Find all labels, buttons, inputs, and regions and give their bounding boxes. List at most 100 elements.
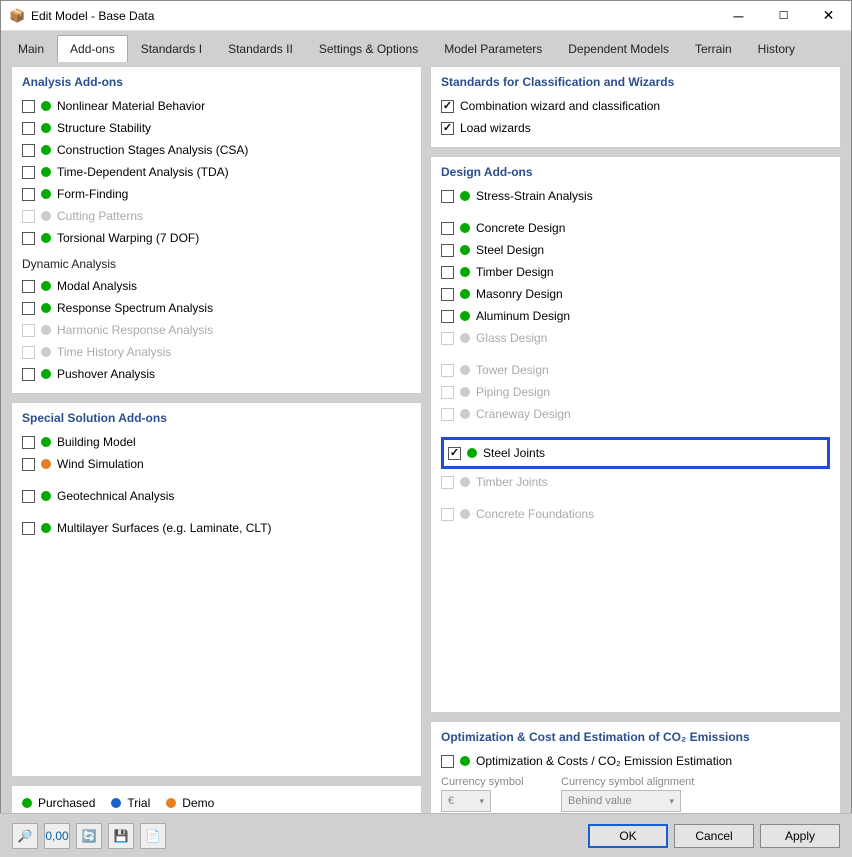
option-stress-strain-analysis[interactable]: Stress-Strain Analysis bbox=[441, 185, 830, 207]
option-optimization-costs-co-emission-estimation[interactable]: Optimization & Costs / CO₂ Emission Esti… bbox=[441, 750, 830, 772]
window-title: Edit Model - Base Data bbox=[31, 9, 716, 23]
option-response-spectrum-analysis[interactable]: Response Spectrum Analysis bbox=[22, 297, 411, 319]
checkbox[interactable] bbox=[441, 288, 454, 301]
checkbox[interactable] bbox=[22, 166, 35, 179]
status-dot bbox=[460, 289, 470, 299]
option-label: Steel Joints bbox=[483, 446, 545, 460]
checkbox[interactable] bbox=[22, 122, 35, 135]
currency-select[interactable]: €▾ bbox=[441, 790, 491, 812]
tab-dependent-models[interactable]: Dependent Models bbox=[555, 35, 682, 62]
checkbox[interactable] bbox=[22, 436, 35, 449]
checkbox[interactable] bbox=[441, 310, 454, 323]
status-dot bbox=[460, 756, 470, 766]
option-construction-stages-analysis-csa-[interactable]: Construction Stages Analysis (CSA) bbox=[22, 139, 411, 161]
checkbox[interactable] bbox=[22, 280, 35, 293]
status-dot bbox=[460, 365, 470, 375]
option-time-dependent-analysis-tda-[interactable]: Time-Dependent Analysis (TDA) bbox=[22, 161, 411, 183]
checkbox[interactable] bbox=[22, 490, 35, 503]
legend-dot-purchased bbox=[22, 798, 32, 808]
status-dot bbox=[467, 448, 477, 458]
tab-terrain[interactable]: Terrain bbox=[682, 35, 745, 62]
status-dot bbox=[460, 333, 470, 343]
panel-title: Standards for Classification and Wizards bbox=[441, 75, 830, 89]
option-form-finding[interactable]: Form-Finding bbox=[22, 183, 411, 205]
option-label: Timber Design bbox=[476, 265, 554, 279]
status-dot bbox=[41, 145, 51, 155]
checkbox[interactable] bbox=[22, 188, 35, 201]
tab-model-parameters[interactable]: Model Parameters bbox=[431, 35, 555, 62]
option-torsional-warping-7-dof-[interactable]: Torsional Warping (7 DOF) bbox=[22, 227, 411, 249]
option-modal-analysis[interactable]: Modal Analysis bbox=[22, 275, 411, 297]
option-building-model[interactable]: Building Model bbox=[22, 431, 411, 453]
panel-title: Analysis Add-ons bbox=[22, 75, 411, 89]
tab-standards-ii[interactable]: Standards II bbox=[215, 35, 306, 62]
option-label: Form-Finding bbox=[57, 187, 128, 201]
option-label: Building Model bbox=[57, 435, 136, 449]
checkbox bbox=[22, 210, 35, 223]
tab-settings-options[interactable]: Settings & Options bbox=[306, 35, 431, 62]
currency-label: Currency symbol bbox=[441, 776, 551, 788]
option-multilayer-surfaces-e-g-laminate-clt-[interactable]: Multilayer Surfaces (e.g. Laminate, CLT) bbox=[22, 517, 411, 539]
option-combination-wizard-and-classification[interactable]: Combination wizard and classification bbox=[441, 95, 830, 117]
option-aluminum-design[interactable]: Aluminum Design bbox=[441, 305, 830, 327]
checkbox[interactable] bbox=[441, 122, 454, 135]
option-structure-stability[interactable]: Structure Stability bbox=[22, 117, 411, 139]
checkbox bbox=[441, 386, 454, 399]
minimize-button[interactable]: ─ bbox=[716, 1, 761, 31]
checkbox[interactable] bbox=[448, 447, 461, 460]
close-button[interactable]: ✕ bbox=[806, 1, 851, 31]
checkbox[interactable] bbox=[441, 244, 454, 257]
option-concrete-foundations: Concrete Foundations bbox=[441, 503, 830, 525]
checkbox[interactable] bbox=[441, 266, 454, 279]
option-steel-joints[interactable]: Steel Joints bbox=[448, 442, 823, 464]
option-concrete-design[interactable]: Concrete Design bbox=[441, 217, 830, 239]
option-masonry-design[interactable]: Masonry Design bbox=[441, 283, 830, 305]
option-label: Multilayer Surfaces (e.g. Laminate, CLT) bbox=[57, 521, 272, 535]
option-timber-design[interactable]: Timber Design bbox=[441, 261, 830, 283]
checkbox[interactable] bbox=[22, 232, 35, 245]
maximize-button[interactable]: ☐ bbox=[761, 1, 806, 31]
option-geotechnical-analysis[interactable]: Geotechnical Analysis bbox=[22, 485, 411, 507]
status-dot bbox=[41, 437, 51, 447]
status-dot bbox=[41, 369, 51, 379]
checkbox[interactable] bbox=[441, 755, 454, 768]
option-label: Optimization & Costs / CO₂ Emission Esti… bbox=[476, 754, 732, 768]
apply-button[interactable]: Apply bbox=[760, 824, 840, 848]
tab-standards-i[interactable]: Standards I bbox=[128, 35, 215, 62]
ok-button[interactable]: OK bbox=[588, 824, 668, 848]
tool-save[interactable]: 💾 bbox=[108, 823, 134, 849]
option-harmonic-response-analysis: Harmonic Response Analysis bbox=[22, 319, 411, 341]
checkbox[interactable] bbox=[441, 100, 454, 113]
option-pushover-analysis[interactable]: Pushover Analysis bbox=[22, 363, 411, 385]
option-label: Concrete Foundations bbox=[476, 507, 594, 521]
tool-decimal[interactable]: 0,00 bbox=[44, 823, 70, 849]
checkbox[interactable] bbox=[22, 522, 35, 535]
status-dot bbox=[460, 267, 470, 277]
checkbox[interactable] bbox=[22, 302, 35, 315]
tab-add-ons[interactable]: Add-ons bbox=[57, 35, 128, 62]
tab-main[interactable]: Main bbox=[5, 35, 57, 62]
tab-history[interactable]: History bbox=[745, 35, 808, 62]
option-load-wizards[interactable]: Load wizards bbox=[441, 117, 830, 139]
alignment-select[interactable]: Behind value▾ bbox=[561, 790, 681, 812]
tool-refresh[interactable]: 🔄 bbox=[76, 823, 102, 849]
status-dot bbox=[460, 387, 470, 397]
option-wind-simulation[interactable]: Wind Simulation bbox=[22, 453, 411, 475]
checkbox[interactable] bbox=[441, 190, 454, 203]
checkbox[interactable] bbox=[22, 144, 35, 157]
option-label: Response Spectrum Analysis bbox=[57, 301, 213, 315]
tool-units[interactable]: 🔎 bbox=[12, 823, 38, 849]
checkbox[interactable] bbox=[22, 368, 35, 381]
checkbox[interactable] bbox=[22, 100, 35, 113]
status-dot bbox=[41, 523, 51, 533]
cancel-button[interactable]: Cancel bbox=[674, 824, 754, 848]
option-label: Harmonic Response Analysis bbox=[57, 323, 213, 337]
option-nonlinear-material-behavior[interactable]: Nonlinear Material Behavior bbox=[22, 95, 411, 117]
option-steel-design[interactable]: Steel Design bbox=[441, 239, 830, 261]
status-dot bbox=[41, 459, 51, 469]
checkbox[interactable] bbox=[441, 222, 454, 235]
status-dot bbox=[41, 211, 51, 221]
standards-panel: Standards for Classification and Wizards… bbox=[430, 66, 841, 148]
checkbox[interactable] bbox=[22, 458, 35, 471]
tool-report[interactable]: 📄 bbox=[140, 823, 166, 849]
